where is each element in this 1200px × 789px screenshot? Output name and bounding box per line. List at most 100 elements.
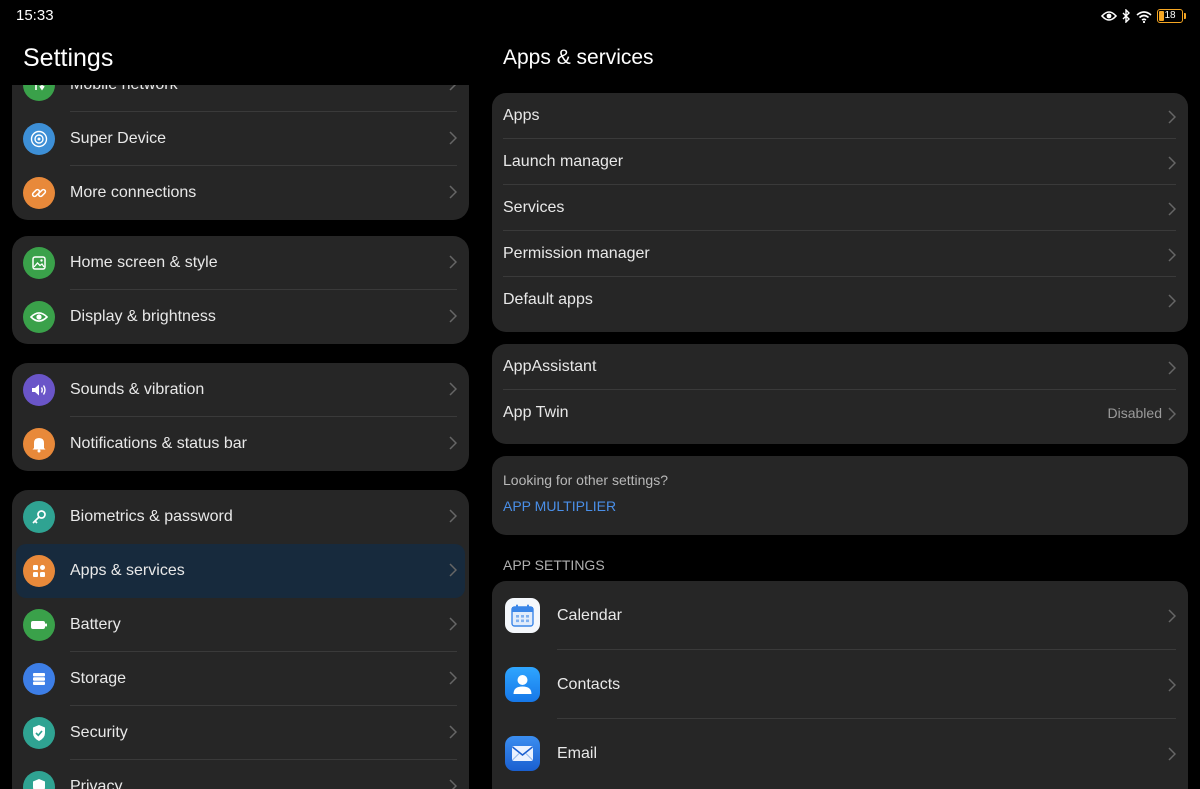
- chevron-right-icon: [449, 617, 457, 631]
- chevron-right-icon: [449, 255, 457, 269]
- sidebar-scroll[interactable]: Mobile network Super Device More connect…: [12, 85, 469, 789]
- row-services[interactable]: Services: [492, 185, 1188, 231]
- app-row-label: Contacts: [557, 676, 621, 693]
- sidebar-item-label: Security: [70, 724, 128, 741]
- apps-group-card: Apps Launch manager Services Permission …: [492, 93, 1188, 332]
- sidebar-group-display: Home screen & style Display & brightness: [12, 236, 469, 344]
- detail-title: Apps & services: [503, 46, 654, 69]
- sidebar-item-display[interactable]: Display & brightness: [12, 290, 469, 344]
- sidebar-item-label: Biometrics & password: [70, 508, 233, 525]
- battery-level: 18: [1164, 10, 1176, 21]
- sidebar-item-sounds[interactable]: Sounds & vibration: [12, 363, 469, 417]
- home-screen-icon: [23, 247, 55, 279]
- sidebar-item-label: Apps & services: [70, 562, 185, 579]
- sidebar-item-biometrics[interactable]: Biometrics & password: [12, 490, 469, 544]
- link-icon: [23, 177, 55, 209]
- sidebar-item-battery[interactable]: Battery: [12, 598, 469, 652]
- status-bar: 15:33 18: [0, 0, 1200, 32]
- sidebar-item-privacy[interactable]: Privacy: [12, 760, 469, 789]
- chevron-right-icon: [1168, 678, 1176, 692]
- bluetooth-icon: [1122, 9, 1131, 23]
- battery-icon: [23, 609, 55, 641]
- chevron-right-icon: [1168, 361, 1176, 375]
- row-label: Default apps: [503, 291, 593, 308]
- assistant-group-card: AppAssistant App Twin Disabled: [492, 344, 1188, 444]
- bell-icon: [23, 428, 55, 460]
- chevron-right-icon: [449, 563, 457, 577]
- sidebar-item-label: Battery: [70, 616, 121, 633]
- storage-icon: [23, 663, 55, 695]
- chevron-right-icon: [1168, 407, 1176, 421]
- app-row-label: Calendar: [557, 607, 622, 624]
- chevron-right-icon: [449, 309, 457, 323]
- sidebar-item-label: More connections: [70, 184, 197, 201]
- chevron-right-icon: [449, 382, 457, 396]
- chevron-right-icon: [449, 509, 457, 523]
- sidebar-item-label: Mobile network: [70, 85, 178, 94]
- app-multiplier-link[interactable]: APP MULTIPLIER: [503, 498, 616, 514]
- email-icon: [505, 736, 540, 771]
- calendar-icon: [505, 598, 540, 633]
- chevron-right-icon: [449, 185, 457, 199]
- sidebar-item-label: Display & brightness: [70, 308, 216, 325]
- row-label: Permission manager: [503, 245, 650, 262]
- status-time: 15:33: [16, 7, 54, 24]
- row-launch-manager[interactable]: Launch manager: [492, 139, 1188, 185]
- contacts-icon: [505, 667, 540, 702]
- section-header: APP SETTINGS: [503, 557, 605, 573]
- speaker-icon: [23, 374, 55, 406]
- app-row-calendar[interactable]: Calendar: [492, 581, 1188, 650]
- row-label: App Twin: [503, 404, 569, 421]
- sidebar-item-storage[interactable]: Storage: [12, 652, 469, 706]
- sidebar-item-notifications[interactable]: Notifications & status bar: [12, 417, 469, 471]
- sidebar-group-connectivity: Mobile network Super Device More connect…: [12, 85, 469, 220]
- app-row-email[interactable]: Email: [492, 719, 1188, 788]
- sidebar-item-security[interactable]: Security: [12, 706, 469, 760]
- sidebar-item-label: Storage: [70, 670, 127, 687]
- privacy-icon: [23, 771, 55, 789]
- chevron-right-icon: [1168, 202, 1176, 216]
- chevron-right-icon: [1168, 609, 1176, 623]
- row-label: Apps: [503, 107, 540, 124]
- row-default-apps[interactable]: Default apps: [492, 277, 1188, 323]
- row-label: Services: [503, 199, 565, 216]
- super-device-icon: [23, 123, 55, 155]
- sidebar-item-label: Notifications & status bar: [70, 435, 247, 452]
- app-row-label: Email: [557, 745, 598, 762]
- sidebar-item-apps-services[interactable]: Apps & services: [16, 544, 465, 598]
- eye-comfort-icon: [1101, 10, 1117, 22]
- sidebar-item-mobile-network[interactable]: Mobile network: [12, 85, 469, 112]
- sidebar-group-system: Biometrics & password Apps & services Ba…: [12, 490, 469, 789]
- row-label: AppAssistant: [503, 358, 597, 375]
- row-label: Launch manager: [503, 153, 624, 170]
- chevron-right-icon: [1168, 110, 1176, 124]
- battery-tip: [1184, 13, 1186, 19]
- chevron-right-icon: [449, 725, 457, 739]
- sidebar-item-super-device[interactable]: Super Device: [12, 112, 469, 166]
- chevron-right-icon: [449, 131, 457, 145]
- mobile-network-icon: [23, 85, 55, 101]
- sidebar-item-label: Super Device: [70, 130, 167, 147]
- page-title: Settings: [23, 44, 114, 72]
- chevron-right-icon: [1168, 747, 1176, 761]
- app-row-contacts[interactable]: Contacts: [492, 650, 1188, 719]
- chevron-right-icon: [1168, 294, 1176, 308]
- sidebar-item-more-connections[interactable]: More connections: [12, 166, 469, 220]
- apps-icon: [23, 555, 55, 587]
- battery-icon: 18: [1157, 9, 1183, 23]
- row-status-value: Disabled: [1107, 405, 1162, 421]
- chevron-right-icon: [1168, 156, 1176, 170]
- key-icon: [23, 501, 55, 533]
- sidebar-item-label: Sounds & vibration: [70, 381, 205, 398]
- row-apps[interactable]: Apps: [492, 93, 1188, 139]
- sidebar-group-sound: Sounds & vibration Notifications & statu…: [12, 363, 469, 471]
- sidebar-item-home-screen[interactable]: Home screen & style: [12, 236, 469, 290]
- status-icons: 18: [1101, 6, 1186, 26]
- row-app-twin[interactable]: App Twin Disabled: [492, 390, 1188, 436]
- sidebar-item-label: Privacy: [70, 778, 123, 789]
- chevron-right-icon: [449, 779, 457, 789]
- chevron-right-icon: [449, 85, 457, 91]
- row-appassistant[interactable]: AppAssistant: [492, 344, 1188, 390]
- wifi-icon: [1136, 10, 1152, 23]
- row-permission-manager[interactable]: Permission manager: [492, 231, 1188, 277]
